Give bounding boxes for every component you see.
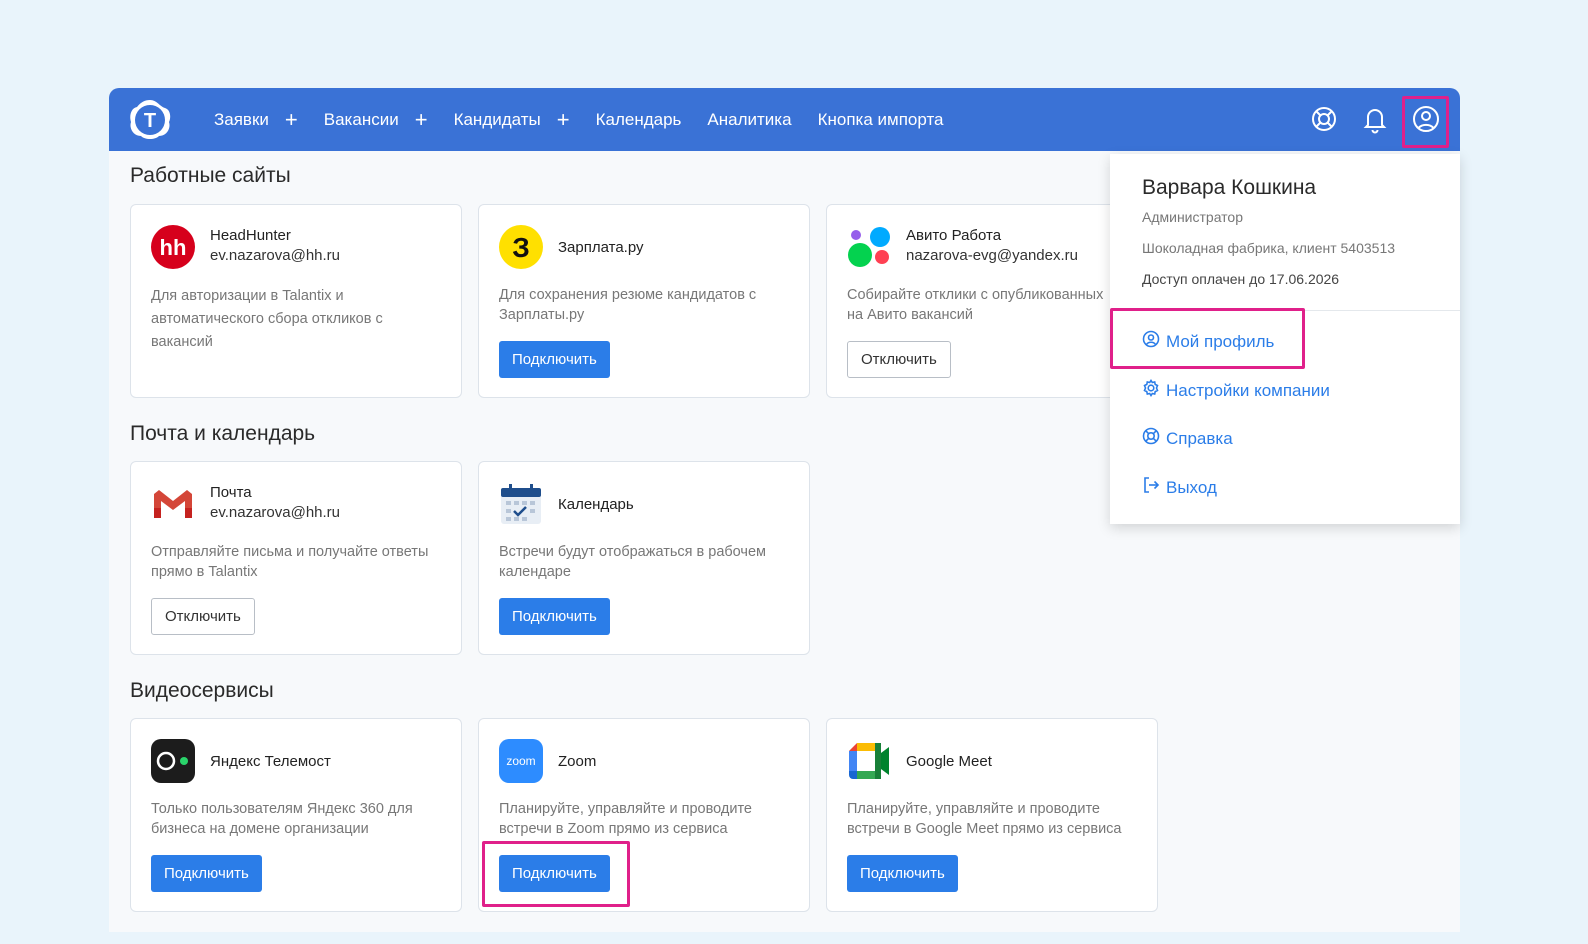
card-account: ev.nazarova@hh.ru [210, 247, 341, 264]
menu-item-help[interactable]: Справка [1142, 427, 1233, 450]
telemost-logo-icon [151, 739, 195, 783]
card-description: Планируйте, управляйте и проводите встре… [499, 801, 752, 837]
card-description: Только пользователям Яндекс 360 для бизн… [151, 801, 413, 837]
gmail-logo-icon [151, 482, 195, 526]
connect-button[interactable]: Подключить [499, 855, 610, 892]
nav-item-label[interactable]: Вакансии [324, 110, 399, 130]
connect-button[interactable]: Подключить [847, 855, 958, 892]
headhunter-logo-icon: hh [151, 225, 195, 269]
add-vacancy-icon[interactable]: + [415, 108, 428, 131]
profile-company: Шоколадная фабрика, клиент 5403513 [1142, 240, 1396, 256]
zarplata-logo-icon: З [499, 225, 543, 269]
menu-item-label[interactable]: Мой профиль [1166, 332, 1274, 352]
section-title-mail-calendar: Почта и календарь [130, 422, 316, 445]
add-candidate-icon[interactable]: + [557, 108, 570, 131]
user-profile-icon[interactable] [1411, 104, 1441, 134]
main-nav: Заявки + Вакансии + Кандидаты + Календар… [214, 88, 970, 151]
card-description: Планируйте, управляйте и проводите встре… [847, 801, 1122, 837]
add-request-icon[interactable]: + [285, 108, 298, 131]
card-description: Для авторизации в Talantix и автоматичес… [151, 288, 383, 350]
card-title: HeadHunter [210, 227, 291, 244]
svg-text:З: З [512, 232, 530, 263]
zoom-logo-icon: zoom [499, 739, 543, 783]
nav-item-requests[interactable]: Заявки + [214, 108, 298, 131]
top-navbar: T Заявки + Вакансии + Кандидаты + Календ… [109, 88, 1460, 151]
profile-access-info: Доступ оплачен до 17.06.2026 [1142, 271, 1340, 287]
card-account: ev.nazarova@hh.ru [210, 504, 341, 521]
connect-button[interactable]: Подключить [151, 855, 262, 892]
google-meet-logo-icon [847, 739, 891, 783]
connect-button[interactable]: Подключить [499, 598, 610, 635]
user-circle-icon [1142, 330, 1166, 353]
nav-item-label[interactable]: Аналитика [707, 110, 791, 130]
disconnect-button[interactable]: Отключить [151, 598, 255, 635]
section-title-job-sites: Работные сайты [130, 164, 291, 187]
help-lifebuoy-icon[interactable] [1309, 104, 1339, 134]
card-title: Яндекс Телемост [210, 753, 331, 770]
svg-text:zoom: zoom [506, 754, 535, 768]
lifebuoy-icon [1142, 427, 1166, 450]
card-title: Календарь [558, 496, 634, 513]
logout-icon [1142, 476, 1166, 499]
profile-user-name: Варвара Кошкина [1142, 176, 1317, 199]
bell-icon[interactable] [1360, 104, 1390, 134]
profile-role: Администратор [1142, 209, 1244, 225]
disconnect-button[interactable]: Отключить [847, 341, 951, 378]
integration-card-avito: Авито Работа nazarova-evg@yandex.ru Соби… [826, 204, 1158, 398]
avito-logo-icon [847, 225, 891, 269]
menu-item-logout[interactable]: Выход [1142, 476, 1217, 499]
menu-item-label[interactable]: Настройки компании [1166, 381, 1330, 401]
card-title: Почта [210, 484, 252, 501]
profile-dropdown-menu: Варвара Кошкина Администратор Шоколадная… [1110, 154, 1460, 524]
talantix-logo[interactable]: T [127, 98, 173, 142]
nav-item-label[interactable]: Кандидаты [454, 110, 541, 130]
integration-card-google-meet: Google Meet Планируйте, управляйте и про… [826, 718, 1158, 912]
integration-card-telemost: Яндекс Телемост Только пользователям Янд… [130, 718, 462, 912]
card-account: nazarova-evg@yandex.ru [906, 247, 1078, 264]
menu-item-label[interactable]: Справка [1166, 429, 1233, 449]
menu-item-company-settings[interactable]: Настройки компании [1142, 379, 1330, 402]
nav-item-label[interactable]: Кнопка импорта [818, 110, 944, 130]
nav-item-vacancies[interactable]: Вакансии + [324, 108, 428, 131]
nav-item-label[interactable]: Заявки [214, 110, 269, 130]
nav-item-calendar[interactable]: Календарь [596, 110, 682, 130]
card-title: Zoom [558, 753, 597, 770]
integration-card-zoom: zoom Zoom Планируйте, управляйте и прово… [478, 718, 810, 912]
nav-item-import-button[interactable]: Кнопка импорта [818, 110, 944, 130]
menu-divider [1110, 310, 1460, 311]
nav-item-label[interactable]: Календарь [596, 110, 682, 130]
card-description: Собирайте отклики с опубликованных на Ав… [847, 287, 1104, 323]
menu-item-label[interactable]: Выход [1166, 478, 1217, 498]
integration-card-headhunter: hh HeadHunter ev.nazarova@hh.ru Для авто… [130, 204, 462, 398]
menu-item-my-profile[interactable]: Мой профиль [1142, 330, 1274, 353]
card-description: Встречи будут отображаться в рабочем кал… [499, 544, 767, 580]
integration-card-mail: Почта ev.nazarova@hh.ru Отправляйте пись… [130, 461, 462, 655]
calendar-logo-icon [499, 482, 543, 526]
card-title: Авито Работа [906, 227, 1002, 244]
card-description: Для сохранения резюме кандидатов с Зарпл… [499, 287, 757, 323]
gear-icon [1142, 379, 1166, 402]
integration-card-calendar: Календарь Встречи будут отображаться в р… [478, 461, 810, 655]
svg-text:hh: hh [160, 235, 187, 260]
nav-item-candidates[interactable]: Кандидаты + [454, 108, 570, 131]
section-title-video: Видеосервисы [130, 679, 274, 702]
svg-text:T: T [144, 110, 156, 132]
connect-button[interactable]: Подключить [499, 341, 610, 378]
card-title: Зарплата.ру [558, 239, 644, 256]
nav-item-analytics[interactable]: Аналитика [707, 110, 791, 130]
card-description: Отправляйте письма и получайте ответы пр… [151, 544, 429, 580]
integration-card-zarplata: З Зарплата.ру Для сохранения резюме канд… [478, 204, 810, 398]
card-title: Google Meet [906, 753, 992, 770]
